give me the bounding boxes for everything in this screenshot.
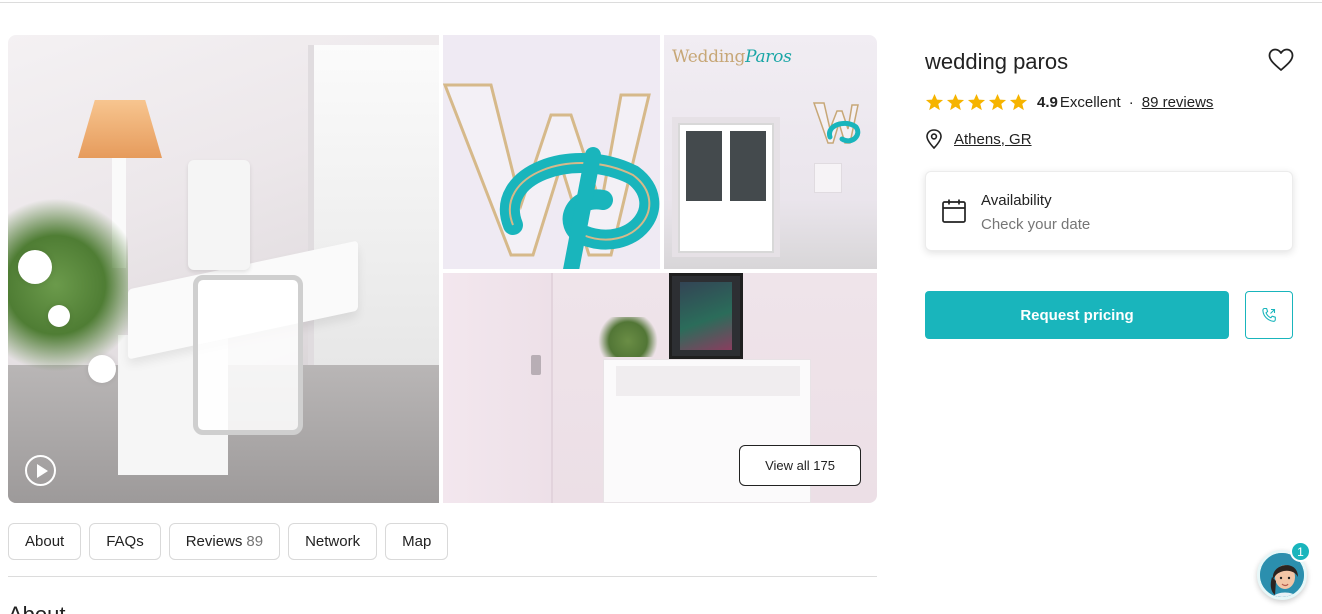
rating-separator: ·	[1128, 93, 1134, 111]
star-icon	[967, 93, 986, 110]
gallery-photo-office[interactable]	[8, 35, 439, 503]
reviews-link[interactable]: 89 reviews	[1142, 94, 1214, 111]
vendor-title: wedding paros	[925, 49, 1069, 74]
tab-faqs[interactable]: FAQs	[89, 523, 161, 560]
star-icon	[988, 93, 1007, 110]
tab-label: Reviews	[185, 533, 243, 550]
photo-plant	[8, 185, 128, 385]
tab-label: FAQs	[106, 533, 144, 550]
room-door	[443, 273, 553, 503]
header-divider	[0, 2, 1322, 3]
availability-subtitle: Check your date	[981, 216, 1091, 233]
storefront-door	[678, 123, 774, 253]
room-picture-frame	[669, 273, 743, 359]
calendar-icon	[942, 199, 966, 223]
view-all-photos-button[interactable]: View all 175	[739, 445, 861, 486]
wp-logo-icon	[443, 83, 660, 269]
call-button[interactable]	[1245, 291, 1293, 339]
tab-label: About	[25, 533, 65, 550]
request-pricing-button[interactable]: Request pricing	[925, 291, 1229, 339]
star-icon	[925, 93, 944, 110]
rating-row: 4.9 Excellent · 89 reviews	[925, 91, 1213, 113]
storefront-logo-icon	[812, 102, 861, 144]
rating-value: 4.9	[1037, 93, 1058, 111]
chat-notification-badge: 1	[1290, 541, 1311, 562]
storefront-plaque	[814, 163, 842, 193]
tabs-divider	[8, 576, 877, 577]
photo-flower	[88, 355, 116, 383]
photo-lampshade	[78, 100, 162, 158]
rating-label: Excellent	[1059, 93, 1121, 111]
location-link[interactable]: Athens, GR	[954, 131, 1032, 148]
gallery-photo-storefront[interactable]: WeddingParos	[664, 35, 877, 269]
photo-chair	[193, 275, 303, 435]
section-heading: About	[8, 602, 66, 614]
photo-flower	[48, 305, 70, 327]
star-rating	[925, 93, 1028, 112]
phone-icon	[1262, 307, 1276, 322]
location-row: Athens, GR	[925, 128, 1032, 150]
section-tabs: About FAQs Reviews 89 Network Map	[8, 523, 449, 560]
room-plant	[593, 317, 663, 357]
tab-label: Network	[305, 533, 361, 550]
tab-about[interactable]: About	[8, 523, 82, 560]
map-pin-icon	[926, 129, 942, 149]
tab-network[interactable]: Network	[288, 523, 378, 560]
tab-count: 89	[246, 533, 264, 550]
availability-title: Availability	[981, 192, 1052, 209]
photo-flower	[18, 250, 52, 284]
availability-card[interactable]: Availability Check your date	[925, 171, 1293, 251]
photo-gallery: WeddingParos View all 175	[8, 35, 877, 503]
photo-back-chair	[188, 160, 250, 270]
tab-label: Map	[402, 533, 432, 550]
play-video-icon[interactable]	[25, 455, 56, 486]
tab-reviews[interactable]: Reviews 89	[168, 523, 281, 560]
gallery-photo-logo[interactable]	[443, 35, 660, 269]
star-icon	[946, 93, 965, 110]
tab-map[interactable]: Map	[385, 523, 449, 560]
star-icon	[1009, 93, 1028, 110]
storefront-sign: WeddingParos	[672, 47, 792, 67]
heart-icon[interactable]	[1268, 48, 1294, 72]
